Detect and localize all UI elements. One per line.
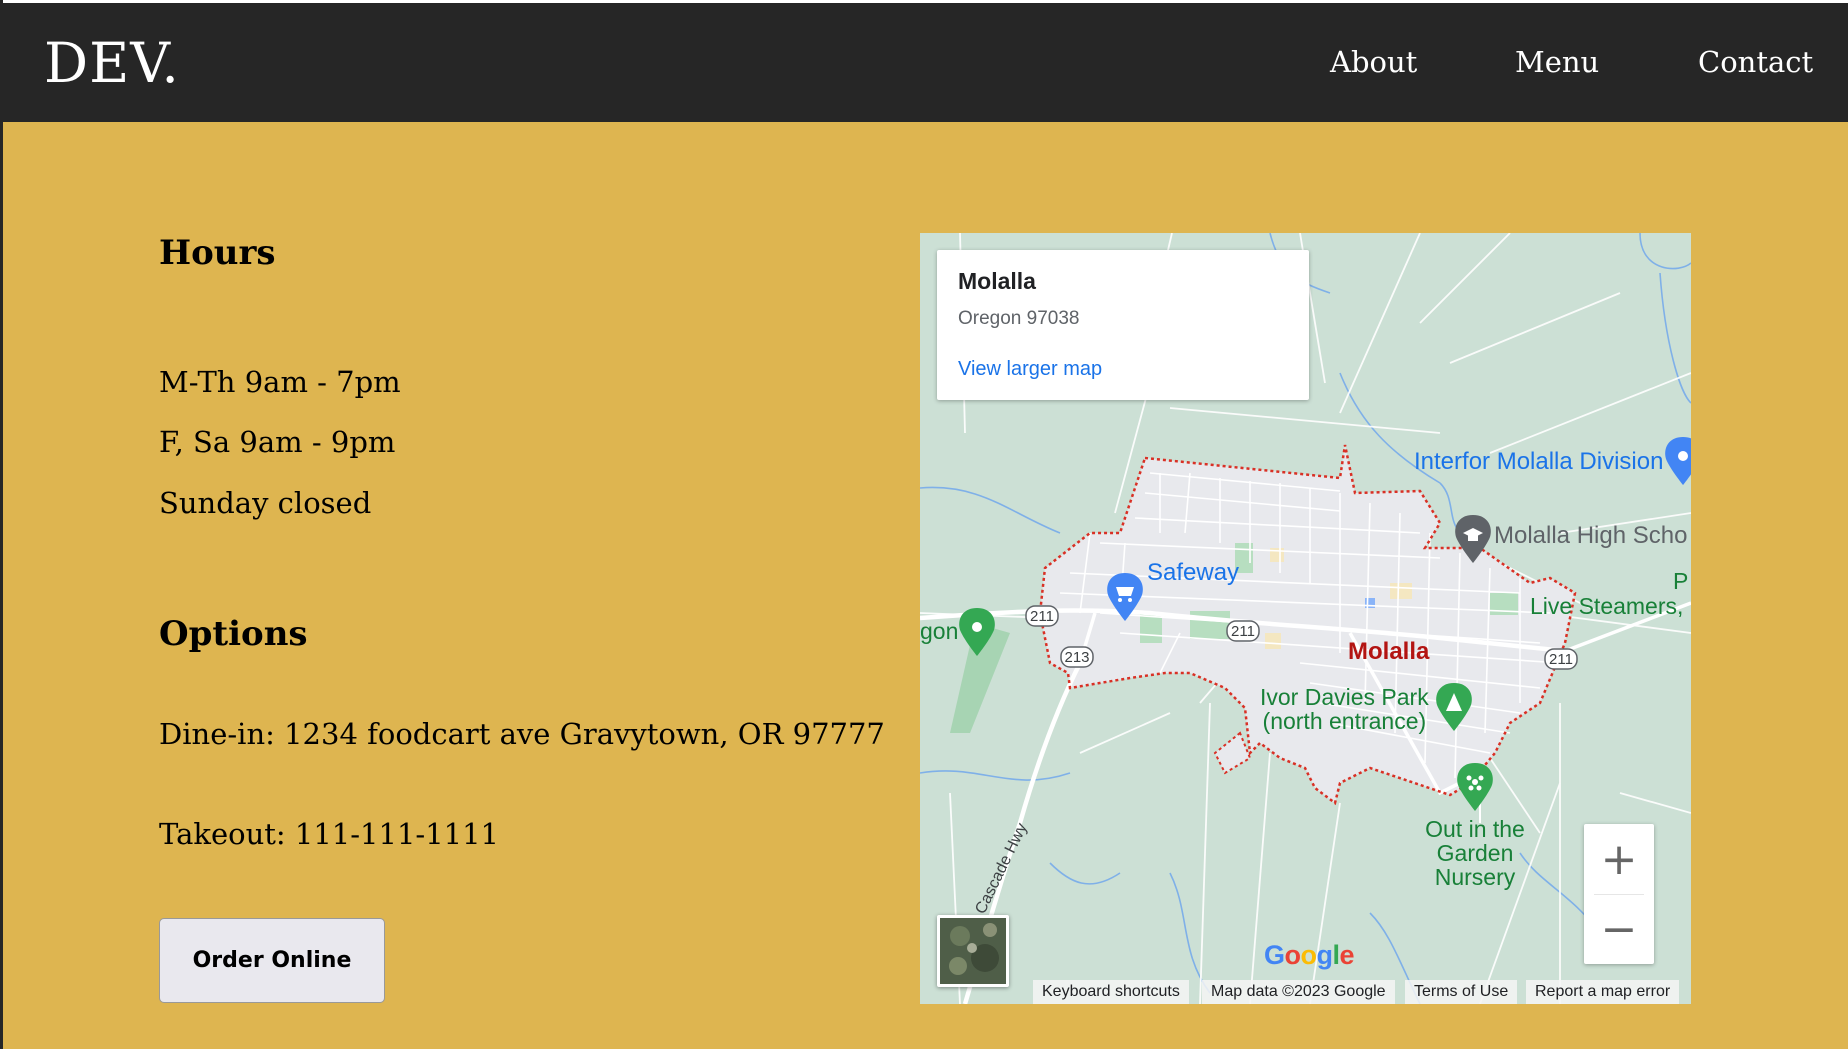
hours-line: F, Sa 9am - 9pm bbox=[159, 425, 396, 459]
keyboard-shortcuts-link[interactable]: Keyboard shortcuts bbox=[1033, 980, 1189, 1004]
page: DEV. About Menu Contact Hours M-Th 9am -… bbox=[0, 0, 1848, 1049]
options-heading: Options bbox=[159, 614, 308, 654]
zoom-in-button[interactable]: + bbox=[1584, 824, 1654, 894]
order-online-button[interactable]: Order Online bbox=[159, 918, 385, 1003]
report-map-error-link[interactable]: Report a map error bbox=[1526, 980, 1680, 1004]
park-label-line: (north entrance) bbox=[1262, 708, 1427, 734]
nav-link-contact[interactable]: Contact bbox=[1698, 45, 1813, 79]
info-card-title: Molalla bbox=[958, 268, 1036, 294]
cascade-hwy-label: Cascade Hwy bbox=[972, 821, 1031, 917]
park-label[interactable]: Ivor Davies Park (north entrance) bbox=[1260, 685, 1429, 733]
zoom-out-button[interactable]: − bbox=[1584, 894, 1654, 964]
park-label-line: Ivor Davies Park bbox=[1260, 684, 1429, 710]
google-logo: Google bbox=[1264, 940, 1355, 970]
interfor-pin-icon[interactable] bbox=[1665, 437, 1691, 485]
site-logo[interactable]: DEV. bbox=[44, 31, 180, 95]
high-school-label[interactable]: Molalla High Scho bbox=[1494, 522, 1687, 550]
hours-line: Sunday closed bbox=[159, 486, 372, 520]
zoom-controls: + − bbox=[1584, 824, 1654, 964]
nav-link-about[interactable]: About bbox=[1330, 45, 1417, 79]
hours-heading: Hours bbox=[159, 233, 276, 273]
partial-place-label[interactable]: P bbox=[1673, 569, 1688, 593]
info-card-address: Oregon 97038 bbox=[958, 308, 1080, 329]
satellite-thumbnail-icon bbox=[940, 918, 1006, 984]
terms-of-use-link[interactable]: Terms of Use bbox=[1405, 980, 1518, 1004]
navbar: DEV. About Menu Contact bbox=[0, 3, 1848, 122]
nursery-label-line: Nursery bbox=[1434, 864, 1516, 890]
hours-line: M-Th 9am - 7pm bbox=[159, 365, 401, 399]
nursery-pin-icon[interactable] bbox=[1457, 763, 1493, 811]
route-shield-label: 211 bbox=[1231, 623, 1255, 640]
map-info-card: Molalla Oregon 97038 View larger map bbox=[937, 250, 1309, 400]
dine-in-address: Dine-in: 1234 foodcart ave Gravytown, OR… bbox=[159, 717, 885, 751]
route-shield-label: 211 bbox=[1030, 608, 1054, 625]
map-urban-area bbox=[1040, 445, 1575, 803]
nursery-label-line: Garden bbox=[1436, 840, 1514, 866]
route-shield-label: 211 bbox=[1549, 651, 1573, 668]
view-larger-map-link[interactable]: View larger map bbox=[958, 358, 1102, 381]
safeway-label[interactable]: Safeway bbox=[1147, 559, 1239, 587]
nursery-label-line: Out in the bbox=[1425, 816, 1525, 842]
route-shield-label: 213 bbox=[1064, 649, 1089, 666]
nav-link-menu[interactable]: Menu bbox=[1515, 45, 1599, 79]
left-border bbox=[0, 0, 3, 1049]
satellite-toggle-button[interactable] bbox=[937, 915, 1009, 987]
partial-place-label[interactable]: gon bbox=[920, 619, 958, 643]
takeout-phone: Takeout: 111-111-1111 bbox=[159, 817, 499, 851]
map-data-attribution: Map data ©2023 Google bbox=[1202, 980, 1395, 1004]
city-label: Molalla bbox=[1348, 638, 1430, 665]
interfor-label[interactable]: Interfor Molalla Division bbox=[1414, 448, 1663, 476]
live-steamers-label[interactable]: Live Steamers, bbox=[1530, 594, 1683, 618]
map-embed[interactable]: 211 211 213 211 Cascade Hwy Molalla Oreg… bbox=[920, 233, 1691, 1004]
nursery-label[interactable]: Out in the Garden Nursery bbox=[1422, 817, 1528, 889]
